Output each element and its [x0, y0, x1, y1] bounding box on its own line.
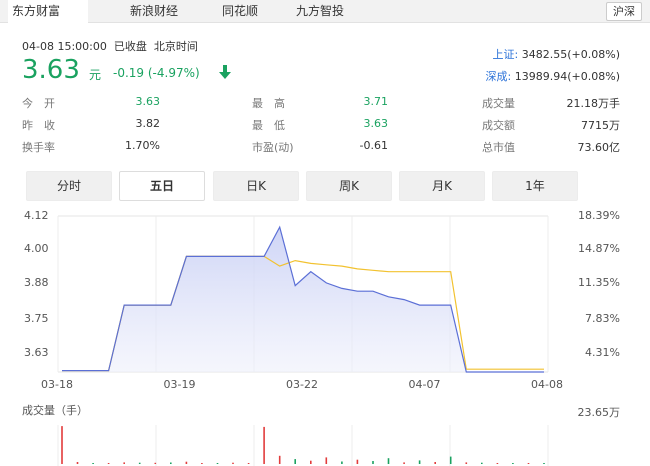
volume-bar	[232, 462, 234, 464]
volume-bar	[92, 463, 94, 464]
volume-bar	[512, 463, 514, 464]
five-day-chart[interactable]	[0, 0, 650, 466]
volume-bar	[170, 462, 172, 464]
volume-bar	[216, 463, 219, 464]
volume-bar	[107, 463, 110, 464]
volume-bar	[201, 463, 203, 464]
volume-bar	[341, 461, 343, 464]
volume-bar	[247, 463, 250, 464]
volume-bar	[543, 463, 545, 464]
volume-bar	[496, 463, 499, 464]
volume-bar	[294, 459, 296, 464]
volume-bar	[76, 462, 79, 464]
volume-bar	[418, 460, 421, 464]
volume-bar	[263, 426, 265, 464]
volume-bar	[138, 462, 141, 464]
volume-bar	[465, 462, 468, 464]
volume-bar	[185, 461, 188, 464]
volume-bar	[527, 463, 530, 464]
volume-bar	[403, 462, 405, 464]
volume-bar	[356, 459, 359, 464]
volume-bar	[310, 460, 312, 464]
volume-max-label: 23.65万	[577, 406, 621, 419]
volume-bar	[387, 458, 390, 464]
volume-bar	[278, 455, 281, 464]
volume-bar	[449, 456, 452, 464]
volume-bar	[481, 462, 483, 464]
volume-bar	[372, 461, 374, 464]
volume-bar	[325, 457, 328, 464]
volume-bar	[154, 462, 157, 464]
volume-title: 成交量（手）	[22, 404, 88, 417]
volume-bar	[123, 462, 125, 464]
volume-bar	[434, 462, 436, 464]
volume-bar	[61, 426, 63, 464]
price-area	[62, 227, 544, 372]
